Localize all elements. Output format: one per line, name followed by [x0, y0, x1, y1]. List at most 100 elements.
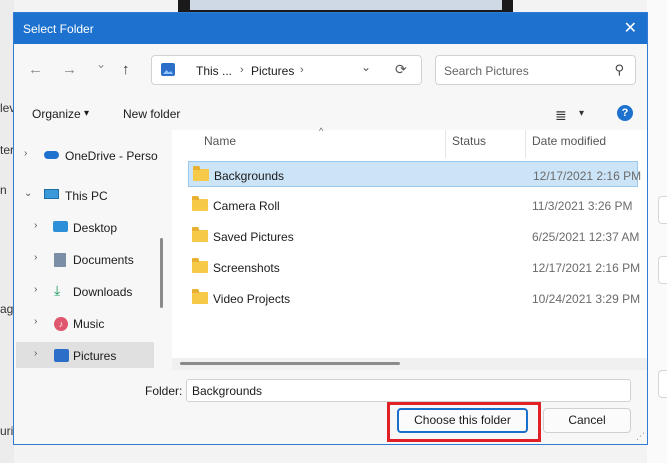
resize-grip-icon[interactable]: ⋰ [636, 431, 645, 442]
file-name: Saved Pictures [213, 230, 294, 244]
file-name: Backgrounds [214, 169, 285, 183]
sort-ascending-icon: ^ [319, 126, 324, 136]
organize-caret-icon[interactable]: ▾ [84, 108, 89, 119]
cancel-button[interactable]: Cancel [543, 408, 631, 433]
background-button [658, 256, 667, 284]
expand-chevron-icon[interactable]: › [34, 220, 37, 231]
tree-item-label: Desktop [73, 221, 118, 235]
tree-item-label: Downloads [73, 285, 133, 299]
search-icon[interactable]: ⚲ [614, 62, 624, 78]
tree-item-label: This PC [65, 189, 108, 203]
background-window-edge [0, 0, 14, 463]
expand-chevron-icon[interactable]: › [34, 252, 37, 263]
search-box[interactable]: Search Pictures ⚲ [435, 55, 636, 85]
view-caret-icon[interactable]: ▾ [579, 108, 584, 119]
computer-icon [44, 189, 59, 199]
folder-icon [192, 227, 208, 242]
dialog-title: Select Folder [23, 22, 94, 36]
tree-item-music[interactable]: › ♪ Music [16, 310, 154, 336]
search-input[interactable]: Search Pictures [444, 64, 529, 78]
tree-item-documents[interactable]: › Documents [16, 246, 154, 272]
tree-item-desktop[interactable]: › Desktop [16, 214, 154, 240]
tree-item-label: Music [73, 317, 105, 331]
column-header-date-modified[interactable]: Date modified [532, 134, 606, 158]
folder-name-value: Backgrounds [192, 384, 263, 398]
organize-button[interactable]: Organize [32, 107, 81, 121]
breadcrumb-this-pc[interactable]: This ... [196, 64, 232, 78]
file-name: Camera Roll [213, 199, 280, 213]
expand-chevron-icon[interactable]: › [34, 284, 37, 295]
tree-item-label: Documents [73, 253, 134, 267]
background-text-fragment: uri [0, 424, 14, 438]
tree-item-label: OneDrive - Perso [65, 149, 158, 163]
background-window-right [647, 0, 667, 463]
address-bar[interactable]: This ... › Pictures › ⌄ ⟳ [151, 55, 422, 85]
music-icon: ♪ [54, 317, 68, 331]
background-text-fragment: ter [0, 143, 15, 157]
forward-arrow-icon[interactable]: → [62, 61, 77, 78]
view-options-icon[interactable]: ≣ [555, 107, 567, 124]
cloud-icon [44, 151, 59, 159]
background-preview-image [190, 0, 502, 10]
close-icon[interactable]: ✕ [624, 18, 637, 38]
horizontal-scrollbar[interactable] [180, 362, 400, 365]
title-bar[interactable]: Select Folder ✕ [14, 13, 647, 44]
desktop-icon [53, 221, 68, 232]
refresh-icon[interactable]: ⟳ [395, 61, 407, 78]
red-highlight-box [387, 402, 541, 442]
file-row[interactable]: Saved Pictures 6/25/2021 12:37 AM [188, 223, 640, 249]
expand-chevron-icon[interactable]: › [34, 316, 37, 327]
collapse-chevron-icon[interactable]: ⌄ [24, 188, 32, 199]
file-row[interactable]: Camera Roll 11/3/2021 3:26 PM [188, 192, 638, 218]
folder-name-field[interactable]: Backgrounds [186, 379, 631, 402]
folder-icon [193, 166, 209, 181]
breadcrumb-separator-icon: › [240, 64, 244, 76]
file-list: Name ^ Status Date modified Backgrounds … [172, 126, 647, 370]
command-bar: Organize ▾ New folder ≣ ▾ ? [14, 96, 647, 130]
background-button [658, 196, 667, 224]
select-folder-dialog: Select Folder ✕ ← → ⌄ ↑ This ... › Pictu… [13, 12, 648, 445]
tree-item-pictures[interactable]: › Pictures [16, 342, 154, 368]
file-row[interactable]: Screenshots 12/17/2021 2:16 PM [188, 254, 640, 280]
background-text-fragment: ag [0, 302, 14, 316]
folder-icon [192, 258, 208, 273]
pictures-location-icon [161, 63, 175, 76]
tree-item-downloads[interactable]: › ⤓ Downloads [16, 278, 154, 304]
documents-icon [54, 253, 66, 267]
file-row[interactable]: Video Projects 10/24/2021 3:29 PM [188, 285, 641, 311]
expand-chevron-icon[interactable]: › [24, 148, 27, 159]
breadcrumb-pictures[interactable]: Pictures [251, 64, 294, 78]
breadcrumb-separator-icon[interactable]: › [300, 64, 304, 76]
file-row[interactable]: Backgrounds 12/17/2021 2:16 PM [188, 161, 642, 187]
file-date: 10/24/2021 3:29 PM [532, 292, 641, 306]
tree-item-label: Pictures [73, 349, 117, 363]
help-icon[interactable]: ? [617, 105, 633, 121]
file-name: Video Projects [213, 292, 291, 306]
folder-label: Folder: [145, 384, 183, 398]
background-button [658, 370, 667, 398]
tree-item-onedrive[interactable]: › OneDrive - Perso [16, 142, 158, 168]
file-date: 6/25/2021 12:37 AM [532, 230, 640, 244]
download-icon: ⤓ [54, 282, 61, 298]
new-folder-button[interactable]: New folder [123, 107, 180, 121]
folder-icon [192, 196, 208, 211]
recent-locations-chevron-icon[interactable]: ⌄ [96, 57, 106, 71]
tree-item-this-pc[interactable]: ⌄ This PC [16, 182, 154, 208]
back-arrow-icon[interactable]: ← [28, 61, 43, 78]
file-date: 11/3/2021 3:26 PM [532, 199, 633, 213]
column-divider[interactable] [525, 130, 526, 158]
navigation-pane: › OneDrive - Perso ⌄ This PC › Desktop ›… [14, 130, 163, 368]
file-date: 12/17/2021 2:16 PM [533, 169, 642, 183]
pictures-icon [54, 349, 69, 362]
column-header-name[interactable]: Name [204, 134, 236, 158]
file-name: Screenshots [213, 261, 280, 275]
column-header-status[interactable]: Status [452, 134, 486, 158]
address-dropdown-chevron-icon[interactable]: ⌄ [361, 60, 371, 74]
expand-chevron-icon[interactable]: › [34, 348, 37, 359]
column-divider[interactable] [445, 130, 446, 158]
up-arrow-icon[interactable]: ↑ [122, 61, 130, 78]
background-text-fragment: n [0, 183, 7, 197]
navigation-scrollbar[interactable] [160, 238, 163, 308]
navigation-bar: ← → ⌄ ↑ This ... › Pictures › ⌄ ⟳ Search… [14, 44, 647, 96]
folder-icon [192, 289, 208, 304]
